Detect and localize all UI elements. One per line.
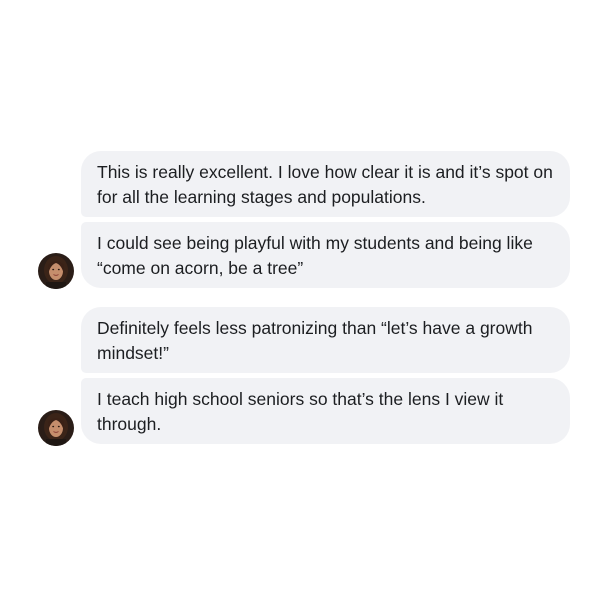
message-bubble[interactable]: I teach high school seniors so that’s th… — [81, 378, 570, 444]
message-bubble[interactable]: Definitely feels less patronizing than “… — [81, 307, 570, 373]
message-text: I could see being playful with my studen… — [97, 233, 533, 278]
user-avatar[interactable] — [38, 253, 74, 289]
message-text: This is really excellent. I love how cle… — [97, 162, 553, 207]
message-bubble[interactable]: This is really excellent. I love how cle… — [81, 151, 570, 217]
message-text: I teach high school seniors so that’s th… — [97, 389, 504, 434]
user-avatar[interactable] — [38, 410, 74, 446]
avatar-photo-icon — [38, 410, 74, 446]
message-bubble[interactable]: I could see being playful with my studen… — [81, 222, 570, 288]
avatar-photo-icon — [38, 253, 74, 289]
message-text: Definitely feels less patronizing than “… — [97, 318, 533, 363]
